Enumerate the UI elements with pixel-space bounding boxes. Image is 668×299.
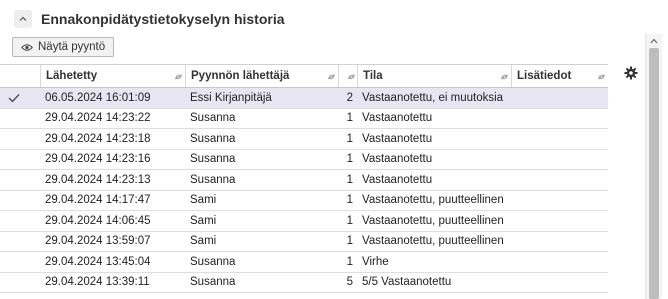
section-header: Ennakonpidätystietokyselyn historia — [14, 8, 285, 30]
cell-status: Vastaanotettu, puutteellinen — [362, 235, 504, 248]
cell-status: Vastaanotettu — [362, 132, 433, 145]
column-header-info[interactable]: Lisätiedot ▴▾ — [511, 65, 608, 87]
table-row[interactable]: 29.04.2024 13:39:11 Susanna 5 5/5 Vastaanot… — [0, 273, 608, 293]
cell-sent: 29.04.2024 13:39:11 — [45, 276, 150, 289]
cell-info — [511, 211, 608, 231]
cell-info — [511, 191, 608, 211]
cell-sent: 29.04.2024 14:23:18 — [45, 132, 151, 145]
sort-icon: ▴▾ — [347, 72, 355, 81]
cell-sender: Susanna — [190, 255, 236, 268]
cell-count: 1 — [346, 132, 353, 145]
cell-sent: 29.04.2024 14:06:45 — [45, 214, 151, 227]
cell-sent: 29.04.2024 14:23:22 — [45, 112, 151, 125]
section-title: Ennakonpidätystietokyselyn historia — [41, 11, 285, 27]
sort-icon: ▴▾ — [500, 72, 508, 81]
sort-icon: ▴▾ — [597, 72, 605, 81]
cell-sender: Sami — [190, 214, 217, 227]
scroll-up-icon[interactable] — [649, 37, 659, 45]
row-select-cell — [0, 129, 40, 149]
cell-count: 1 — [346, 214, 353, 227]
column-header-sent[interactable]: Lähetetty ▴▾ — [40, 65, 185, 87]
cell-status: Vastaanotettu, puutteellinen — [362, 194, 504, 207]
row-select-cell — [0, 170, 40, 190]
table-row[interactable]: 29.04.2024 14:06:45 Sami 1 Vastaanotettu, p… — [0, 211, 608, 232]
cell-sender: Sami — [190, 235, 217, 248]
cell-status: 5/5 Vastaanotettu — [362, 276, 452, 289]
cell-sent: 29.04.2024 13:45:04 — [45, 255, 151, 268]
column-header-status[interactable]: Tila ▴▾ — [357, 65, 511, 87]
cell-status: Vastaanotettu, puutteellinen — [362, 214, 504, 227]
row-select-cell — [0, 211, 40, 231]
column-header-count[interactable]: ▴▾ — [338, 65, 357, 87]
vertical-scrollbar[interactable] — [645, 34, 662, 299]
table-header: Lähetetty ▴▾ Pyynnön lähettäjä ▴▾ ▴▾ Tila ▴… — [0, 64, 608, 88]
history-table: Lähetetty ▴▾ Pyynnön lähettäjä ▴▾ ▴▾ Tila ▴… — [0, 64, 608, 293]
cell-status: Vastaanotettu — [362, 112, 433, 125]
cell-status: Virhe — [362, 255, 389, 268]
cell-info — [511, 109, 608, 129]
cell-count: 1 — [346, 255, 353, 268]
sort-icon: ▴▾ — [327, 72, 335, 81]
cell-info — [511, 129, 608, 149]
chevron-up-icon — [19, 16, 27, 21]
table-row[interactable]: 29.04.2024 14:17:47 Sami 1 Vastaanotettu, p… — [0, 191, 608, 211]
cell-sender: Susanna — [190, 173, 236, 186]
cell-count: 1 — [346, 112, 353, 125]
eye-icon — [21, 43, 33, 51]
cell-status: Vastaanotettu — [362, 153, 433, 166]
scrollbar-thumb[interactable] — [649, 48, 659, 299]
collapse-button[interactable] — [14, 10, 32, 28]
cell-sender: Susanna — [190, 112, 236, 125]
table-settings-button[interactable] — [624, 66, 638, 85]
cell-sender: Susanna — [190, 276, 236, 289]
cell-status: Vastaanotettu — [362, 173, 433, 186]
cell-sender: Sami — [190, 194, 217, 207]
sort-icon: ▴▾ — [174, 72, 182, 81]
row-select-cell — [0, 109, 40, 129]
row-select-cell — [0, 191, 40, 211]
cell-sender: Susanna — [190, 153, 236, 166]
cell-count: 1 — [346, 153, 353, 166]
cell-count: 2 — [346, 91, 353, 104]
table-row[interactable]: 06.05.2024 16:01:09 Essi Kirjanpitäjä 2 Vas… — [0, 88, 608, 109]
cell-sender: Susanna — [190, 132, 236, 145]
cell-info — [511, 150, 608, 170]
cell-sent: 29.04.2024 14:23:13 — [45, 173, 151, 186]
cell-info — [511, 273, 608, 293]
row-select-cell — [0, 252, 40, 272]
check-icon — [8, 93, 20, 103]
cell-sent: 29.04.2024 14:23:16 — [45, 153, 151, 166]
row-select-cell — [0, 88, 40, 108]
table-body: 06.05.2024 16:01:09 Essi Kirjanpitäjä 2 Vas… — [0, 88, 608, 293]
row-select-cell — [0, 232, 40, 252]
show-request-label: Näytä pyyntö — [38, 41, 106, 53]
table-row[interactable]: 29.04.2024 14:23:13 Susanna 1 Vastaanotettu — [0, 170, 608, 191]
cell-sent: 29.04.2024 14:17:47 — [45, 194, 151, 207]
table-row[interactable]: 29.04.2024 13:59:07 Sami 1 Vastaanotettu, p… — [0, 232, 608, 252]
cell-info — [511, 232, 608, 252]
row-select-cell — [0, 150, 40, 170]
column-header-select — [0, 65, 40, 87]
table-row[interactable]: 29.04.2024 14:23:18 Susanna 1 Vastaanotettu — [0, 129, 608, 150]
cell-count: 1 — [346, 194, 353, 207]
table-row[interactable]: 29.04.2024 14:23:16 Susanna 1 Vastaanotettu — [0, 150, 608, 170]
cell-sender: Essi Kirjanpitäjä — [190, 91, 272, 104]
show-request-button[interactable]: Näytä pyyntö — [12, 37, 115, 57]
table-row[interactable]: 29.04.2024 13:45:04 Susanna 1 Virhe — [0, 252, 608, 273]
gear-icon — [624, 66, 638, 80]
cell-info — [511, 88, 608, 108]
row-select-cell — [0, 273, 40, 293]
cell-sent: 06.05.2024 16:01:09 — [45, 91, 151, 104]
cell-sent: 29.04.2024 13:59:07 — [45, 235, 151, 248]
table-row[interactable]: 29.04.2024 14:23:22 Susanna 1 Vastaanotettu — [0, 109, 608, 129]
cell-count: 1 — [346, 173, 353, 186]
cell-count: 1 — [346, 235, 353, 248]
column-header-sender[interactable]: Pyynnön lähettäjä ▴▾ — [185, 65, 338, 87]
cell-info — [511, 170, 608, 190]
cell-status: Vastaanotettu, ei muutoksia — [362, 91, 504, 104]
cell-count: 5 — [346, 276, 353, 289]
cell-info — [511, 252, 608, 272]
